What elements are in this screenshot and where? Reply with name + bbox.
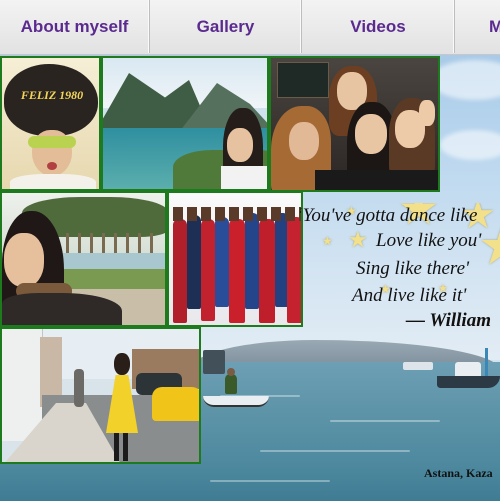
quote-line: Love like you' bbox=[376, 230, 482, 251]
legs bbox=[114, 433, 128, 461]
performer bbox=[229, 219, 245, 323]
performer bbox=[187, 215, 201, 309]
quote-attribution: — William bbox=[406, 310, 491, 331]
sunglasses bbox=[28, 136, 76, 148]
photo-group-friends[interactable] bbox=[269, 56, 440, 192]
photo-stage-group[interactable] bbox=[167, 191, 303, 327]
building bbox=[2, 329, 43, 441]
ferry bbox=[403, 362, 433, 370]
woman-face bbox=[289, 122, 319, 160]
star-icon: ★ bbox=[348, 228, 368, 253]
star-icon: ★ bbox=[322, 234, 333, 248]
quote-line: “You've gotta dance like bbox=[300, 205, 478, 226]
photo-party-hat[interactable]: FELIZ 1980 bbox=[0, 56, 101, 191]
tab-label: Gallery bbox=[196, 16, 255, 36]
hand bbox=[419, 100, 435, 126]
location-caption: Astana, Kaza bbox=[424, 466, 493, 480]
photo-street-yellow-dress[interactable] bbox=[0, 327, 201, 464]
tab-label: M bbox=[489, 17, 500, 37]
clothes bbox=[315, 170, 438, 190]
wave bbox=[260, 450, 410, 452]
pedestrian bbox=[74, 369, 84, 407]
motorboat bbox=[437, 348, 500, 390]
hat-text: FELIZ 1980 bbox=[20, 88, 84, 102]
performer bbox=[201, 219, 215, 321]
heads bbox=[173, 207, 301, 221]
quote-block: ★ ★ ★ ★ ★ ★ ★ ★ “You've gotta dance like… bbox=[300, 203, 500, 343]
jetski bbox=[203, 368, 269, 407]
mouth bbox=[47, 162, 57, 170]
performer bbox=[245, 213, 259, 309]
woman-top bbox=[221, 166, 267, 189]
woman-face bbox=[4, 233, 44, 287]
woman-face bbox=[355, 114, 387, 154]
quote-line: And live like it' bbox=[352, 285, 467, 306]
tab-gallery[interactable]: Gallery bbox=[150, 0, 302, 53]
photo-palm-trees[interactable] bbox=[0, 191, 167, 327]
photo-lake-mountains[interactable] bbox=[101, 56, 269, 191]
shirt bbox=[10, 174, 96, 189]
tab-label: Videos bbox=[350, 16, 406, 36]
yellow-car bbox=[152, 387, 199, 421]
dock-boat bbox=[203, 350, 225, 374]
wave bbox=[210, 480, 330, 482]
performer bbox=[259, 219, 275, 323]
jacket bbox=[2, 293, 122, 325]
woman-face bbox=[227, 128, 253, 162]
performer bbox=[173, 219, 187, 323]
tab-more[interactable]: M bbox=[455, 0, 500, 53]
tab-about-myself[interactable]: About myself bbox=[0, 0, 150, 53]
quote-line: Sing like there' bbox=[356, 258, 470, 279]
tab-videos[interactable]: Videos bbox=[302, 0, 455, 53]
top-navigation: About myself Gallery Videos M bbox=[0, 0, 500, 55]
woman-hair bbox=[114, 353, 130, 375]
chalkboard bbox=[277, 62, 329, 98]
performer bbox=[215, 217, 229, 307]
wave bbox=[330, 420, 440, 422]
tab-label: About myself bbox=[20, 16, 129, 36]
